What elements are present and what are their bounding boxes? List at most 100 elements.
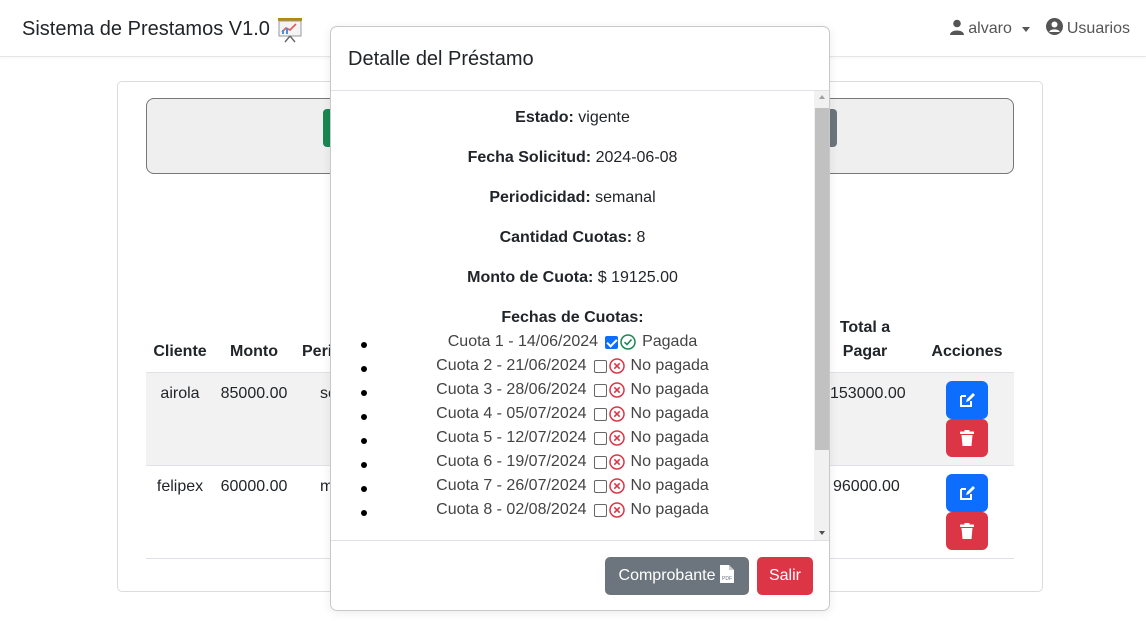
x-circle-icon — [608, 358, 625, 374]
pdf-file-icon: PDF — [719, 564, 735, 588]
cuota-content: Cuota 7 - 26/07/2024 No pagada — [331, 477, 814, 495]
header-periodicidad: Peri — [302, 343, 333, 360]
x-circle-icon — [608, 430, 625, 446]
fecha-line: Fecha Solicitud: 2024-06-08 — [331, 149, 814, 167]
cuota-text: Cuota 8 - 02/08/2024 — [436, 501, 587, 518]
paid-checkbox[interactable] — [593, 407, 607, 421]
periodicidad-value: semanal — [595, 189, 656, 206]
comprobante-button[interactable]: Comprobante PDF — [605, 557, 749, 595]
users-link-label: Usuarios — [1066, 20, 1130, 37]
monto-label: Monto de Cuota: — [467, 269, 594, 286]
periodicidad-label: Periodicidad: — [489, 189, 591, 206]
cell-total: 153000.00 — [830, 385, 906, 402]
list-item: Cuota 5 - 12/07/2024 No pagada — [331, 429, 814, 453]
fechas-title: Fechas de Cuotas: — [501, 309, 644, 326]
cell-cliente: airola — [160, 385, 200, 402]
cuota-text: Cuota 2 - 21/06/2024 — [436, 357, 587, 374]
cuota-status: No pagada — [630, 429, 709, 446]
cuota-content: Cuota 8 - 02/08/2024 No pagada — [331, 501, 814, 519]
edit-button[interactable] — [946, 474, 988, 512]
cuota-status: No pagada — [630, 405, 709, 422]
monto-value: $ 19125.00 — [597, 269, 678, 286]
cell-total: 96000.00 — [833, 478, 900, 495]
header-monto: Monto — [230, 343, 278, 360]
periodicidad-line: Periodicidad: semanal — [331, 189, 814, 207]
cuota-text: Cuota 3 - 28/06/2024 — [436, 381, 587, 398]
salir-button[interactable]: Salir — [757, 557, 813, 595]
brand-title: Sistema de Prestamos V1.0 — [22, 17, 270, 40]
salir-label: Salir — [768, 567, 801, 584]
scroll-down-arrow-icon[interactable] — [819, 531, 825, 535]
cuota-text: Cuota 6 - 19/07/2024 — [436, 453, 587, 470]
cell-monto: 85000.00 — [220, 385, 288, 402]
check-circle-icon — [620, 334, 636, 350]
cuota-content: Cuota 5 - 12/07/2024 No pagada — [331, 429, 814, 447]
header-total-line2: Pagar — [842, 343, 888, 360]
fecha-value: 2024-06-08 — [595, 149, 678, 166]
paid-checkbox[interactable] — [593, 455, 607, 469]
paid-checkbox[interactable] — [593, 383, 607, 397]
cuota-text: Cuota 5 - 12/07/2024 — [436, 429, 587, 446]
users-link[interactable]: Usuarios — [1045, 18, 1130, 40]
cuota-content: Cuota 1 - 14/06/2024 Pagada — [331, 333, 814, 351]
list-item: Cuota 8 - 02/08/2024 No pagada — [331, 501, 814, 525]
user-dropdown[interactable]: alvaro — [950, 19, 1030, 40]
cuota-status: No pagada — [630, 477, 709, 494]
presentation-chart-icon — [276, 15, 304, 43]
cell-cliente: felipex — [156, 478, 204, 495]
comprobante-label: Comprobante — [618, 567, 716, 584]
monto-line: Monto de Cuota: $ 19125.00 — [331, 269, 814, 287]
delete-button[interactable] — [946, 512, 988, 550]
cuota-status: Pagada — [642, 333, 698, 350]
cantidad-label: Cantidad Cuotas: — [499, 229, 633, 246]
header-cliente: Cliente — [153, 343, 207, 360]
cuota-content: Cuota 6 - 19/07/2024 No pagada — [331, 453, 814, 471]
modal-scrollbar[interactable] — [814, 91, 829, 540]
paid-checkbox[interactable] — [593, 479, 607, 493]
edit-icon — [960, 486, 975, 500]
trash-icon — [960, 523, 974, 539]
x-circle-icon — [608, 382, 625, 398]
modal-footer: Comprobante PDF Salir — [331, 540, 829, 610]
cuota-content: Cuota 3 - 28/06/2024 No pagada — [331, 381, 814, 399]
edit-button[interactable] — [946, 381, 988, 419]
estado-value: vigente — [578, 109, 630, 126]
x-circle-icon — [608, 478, 625, 494]
scroll-up-arrow-icon[interactable] — [819, 95, 825, 99]
cuota-status: No pagada — [630, 453, 709, 470]
cuota-status: No pagada — [630, 501, 709, 518]
svg-text:PDF: PDF — [722, 576, 732, 582]
trash-icon — [960, 430, 974, 446]
header-total-line1: Total a — [839, 319, 891, 336]
estado-line: Estado: vigente — [331, 109, 814, 127]
modal-header: Detalle del Préstamo — [331, 27, 829, 91]
cantidad-line: Cantidad Cuotas: 8 — [331, 229, 814, 247]
cell-monto: 60000.00 — [220, 478, 288, 495]
x-circle-icon — [608, 454, 625, 470]
scroll-thumb[interactable] — [815, 108, 829, 450]
cantidad-value: 8 — [636, 229, 646, 246]
cuota-content: Cuota 4 - 05/07/2024 No pagada — [331, 405, 814, 423]
paid-checkbox[interactable] — [593, 359, 607, 373]
delete-button[interactable] — [946, 419, 988, 457]
cuota-status: No pagada — [630, 357, 709, 374]
brand[interactable]: Sistema de Prestamos V1.0 — [22, 15, 304, 43]
list-item: Cuota 1 - 14/06/2024 Pagada — [331, 333, 814, 357]
cuota-text: Cuota 1 - 14/06/2024 — [447, 333, 599, 350]
paid-checkbox[interactable] — [593, 503, 607, 517]
cuota-text: Cuota 7 - 26/07/2024 — [436, 477, 587, 494]
user-circle-icon — [1045, 18, 1063, 40]
list-item: Cuota 6 - 19/07/2024 No pagada — [331, 453, 814, 477]
modal-body[interactable]: Estado: vigente Fecha Solicitud: 2024-06… — [331, 91, 829, 540]
list-item: Cuota 3 - 28/06/2024 No pagada — [331, 381, 814, 405]
list-item: Cuota 7 - 26/07/2024 No pagada — [331, 477, 814, 501]
chevron-down-icon — [1021, 26, 1030, 32]
user-icon — [950, 19, 965, 40]
cuota-content: Cuota 2 - 21/06/2024 No pagada — [331, 357, 814, 375]
estado-label: Estado: — [515, 109, 574, 126]
modal-title: Detalle del Préstamo — [348, 48, 534, 70]
cuota-status: No pagada — [630, 381, 709, 398]
loan-detail-modal: Detalle del Préstamo Estado: vigente Fec… — [330, 26, 830, 611]
paid-checkbox[interactable] — [593, 431, 607, 445]
paid-checkbox[interactable] — [605, 335, 619, 349]
